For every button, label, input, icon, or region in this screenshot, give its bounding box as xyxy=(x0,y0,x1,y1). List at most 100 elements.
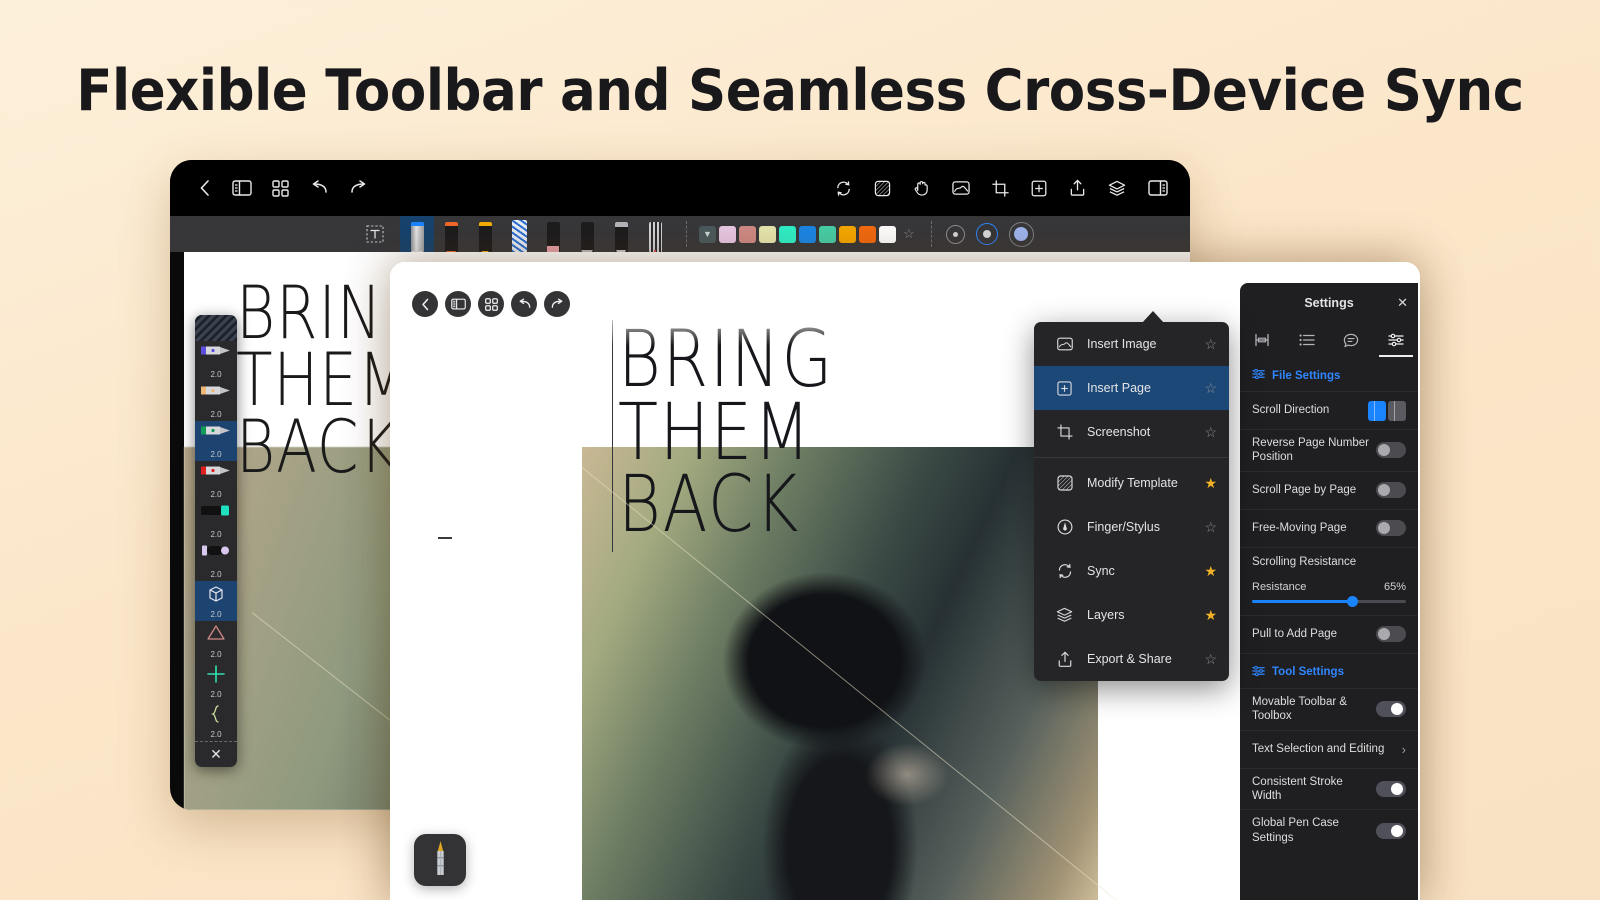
image-icon[interactable] xyxy=(952,180,970,196)
setting-row-resistance-slider[interactable]: Resistance 65% xyxy=(1240,577,1418,615)
hand-icon[interactable] xyxy=(913,179,930,197)
toolbox-pen-red[interactable]: 2.0 xyxy=(195,461,237,501)
color-palette[interactable]: ▼ ☆ xyxy=(686,221,915,247)
favorite-star-icon[interactable]: ☆ xyxy=(1204,380,1217,397)
color-swatch-5[interactable] xyxy=(819,226,836,243)
pen-tool-ruler-pen[interactable] xyxy=(638,216,672,252)
template-icon[interactable] xyxy=(874,180,891,197)
toolbox-shape-brace[interactable]: 2.0 xyxy=(195,701,237,741)
export-icon[interactable] xyxy=(1069,179,1086,197)
color-swatch-3[interactable] xyxy=(779,226,796,243)
toolbox-drag-handle[interactable] xyxy=(195,315,237,341)
back-chevron-icon[interactable] xyxy=(412,291,438,317)
setting-row-text-selection[interactable]: Text Selection and Editing › xyxy=(1240,730,1418,768)
color-swatch-8[interactable] xyxy=(879,226,896,243)
toolbox-shape-triangle[interactable]: 2.0 xyxy=(195,621,237,661)
pen-tool-eraser-pink[interactable] xyxy=(536,216,570,252)
settings-tabs[interactable] xyxy=(1240,323,1418,357)
color-swatch-6[interactable] xyxy=(839,226,856,243)
toggle-switch[interactable] xyxy=(1376,823,1406,839)
grid-icon[interactable] xyxy=(478,291,504,317)
redo-icon[interactable] xyxy=(544,291,570,317)
setting-row-global-pen-case[interactable]: Global Pen Case Settings xyxy=(1240,809,1418,851)
redo-icon[interactable] xyxy=(349,180,369,196)
close-icon[interactable]: ✕ xyxy=(1397,295,1408,311)
toggle-switch[interactable] xyxy=(1376,701,1406,717)
setting-row-movable-toolbar[interactable]: Movable Toolbar & Toolbox xyxy=(1240,688,1418,730)
setting-row-scroll-page-by-page[interactable]: Scroll Page by Page xyxy=(1240,471,1418,509)
panel-icon[interactable] xyxy=(1148,180,1168,196)
color-swatch-2[interactable] xyxy=(759,226,776,243)
stroke-width-medium[interactable] xyxy=(976,223,998,245)
sidebar-icon[interactable] xyxy=(445,291,471,317)
favorite-star-icon[interactable]: ★ xyxy=(1204,563,1217,580)
segment-horizontal[interactable] xyxy=(1388,401,1406,421)
back-chevron-icon[interactable] xyxy=(198,179,212,197)
grid-icon[interactable] xyxy=(272,180,289,197)
color-swatch-0[interactable] xyxy=(719,226,736,243)
toolbox-pen-blue[interactable]: 2.0 xyxy=(195,341,237,381)
palette-dropdown-icon[interactable]: ▼ xyxy=(699,226,716,243)
pen-tool-fountain-blue[interactable] xyxy=(400,216,434,252)
sidebar-icon[interactable] xyxy=(232,180,252,196)
menu-item-sync[interactable]: Sync ★ xyxy=(1034,549,1229,593)
toolbox-marker-lavender[interactable]: 2.0 xyxy=(195,541,237,581)
slider-knob[interactable] xyxy=(1347,596,1358,607)
toggle-switch[interactable] xyxy=(1376,781,1406,797)
favorite-star-icon[interactable]: ☆ xyxy=(1204,651,1217,668)
favorite-star-icon[interactable]: ★ xyxy=(1204,607,1217,624)
more-options-menu[interactable]: Insert Image ☆ Insert Page ☆ Screenshot … xyxy=(1034,322,1229,681)
vertical-toolbox[interactable]: 2.0 2.0 2.0 2.0 2.0 2.0 2.0 2.0 xyxy=(195,315,237,767)
tab-comments[interactable] xyxy=(1329,323,1374,357)
pen-tool-marker-amber[interactable] xyxy=(468,216,502,252)
favorite-star-icon[interactable]: ☆ xyxy=(903,226,915,242)
toggle-switch[interactable] xyxy=(1376,482,1406,498)
layers-icon[interactable] xyxy=(1108,180,1126,197)
undo-icon[interactable] xyxy=(309,180,329,196)
toggle-switch[interactable] xyxy=(1376,520,1406,536)
undo-icon[interactable] xyxy=(511,291,537,317)
favorite-star-icon[interactable]: ☆ xyxy=(1204,424,1217,441)
toolbox-marker-teal[interactable]: 2.0 xyxy=(195,501,237,541)
favorite-star-icon[interactable]: ★ xyxy=(1204,475,1217,492)
toolbox-shape-cube[interactable]: 2.0 xyxy=(195,581,237,621)
toolbox-pen-orange[interactable]: 2.0 xyxy=(195,381,237,421)
color-swatch-1[interactable] xyxy=(739,226,756,243)
tab-bookmark[interactable] xyxy=(1240,323,1285,357)
toggle-switch[interactable] xyxy=(1376,626,1406,642)
favorite-star-icon[interactable]: ☆ xyxy=(1204,519,1217,536)
settings-panel[interactable]: Settings ✕ File Settings Scroll Directio… xyxy=(1240,283,1418,900)
menu-item-finger-stylus[interactable]: Finger/Stylus ☆ xyxy=(1034,505,1229,549)
stroke-width-small[interactable] xyxy=(946,225,965,244)
sync-icon[interactable] xyxy=(835,180,852,197)
color-swatch-7[interactable] xyxy=(859,226,876,243)
toolbox-shape-cross[interactable]: 2.0 xyxy=(195,661,237,701)
menu-item-modify-template[interactable]: Modify Template ★ xyxy=(1034,461,1229,505)
scroll-direction-segmented-control[interactable] xyxy=(1368,401,1406,421)
menu-item-insert-page[interactable]: Insert Page ☆ xyxy=(1034,366,1229,410)
setting-row-pull-to-add-page[interactable]: Pull to Add Page xyxy=(1240,615,1418,653)
toolbox-pen-green[interactable]: 2.0 xyxy=(195,421,237,461)
pen-tool-highlighter[interactable] xyxy=(502,216,536,252)
pen-case-button[interactable] xyxy=(414,834,466,886)
setting-row-scroll-direction[interactable]: Scroll Direction xyxy=(1240,391,1418,429)
slider-track[interactable] xyxy=(1252,600,1406,603)
setting-row-consistent-stroke-width[interactable]: Consistent Stroke Width xyxy=(1240,768,1418,810)
crop-icon[interactable] xyxy=(992,180,1009,197)
segment-vertical[interactable] xyxy=(1368,401,1386,421)
pen-tool-marker-orange[interactable] xyxy=(434,216,468,252)
setting-row-free-moving-page[interactable]: Free-Moving Page xyxy=(1240,509,1418,547)
pen-tool-pencil[interactable] xyxy=(570,216,604,252)
menu-item-insert-image[interactable]: Insert Image ☆ xyxy=(1034,322,1229,366)
favorite-star-icon[interactable]: ☆ xyxy=(1204,336,1217,353)
pen-tool-brush[interactable] xyxy=(604,216,638,252)
tab-outline-list[interactable] xyxy=(1285,323,1330,357)
menu-item-layers[interactable]: Layers ★ xyxy=(1034,593,1229,637)
menu-item-export-share[interactable]: Export & Share ☆ xyxy=(1034,637,1229,681)
text-tool-icon[interactable] xyxy=(366,225,384,243)
tab-settings[interactable] xyxy=(1374,323,1419,357)
toolbox-close-button[interactable]: ✕ xyxy=(195,741,237,767)
toggle-switch[interactable] xyxy=(1376,442,1406,458)
insert-page-icon[interactable] xyxy=(1031,180,1047,197)
menu-item-screenshot[interactable]: Screenshot ☆ xyxy=(1034,410,1229,454)
